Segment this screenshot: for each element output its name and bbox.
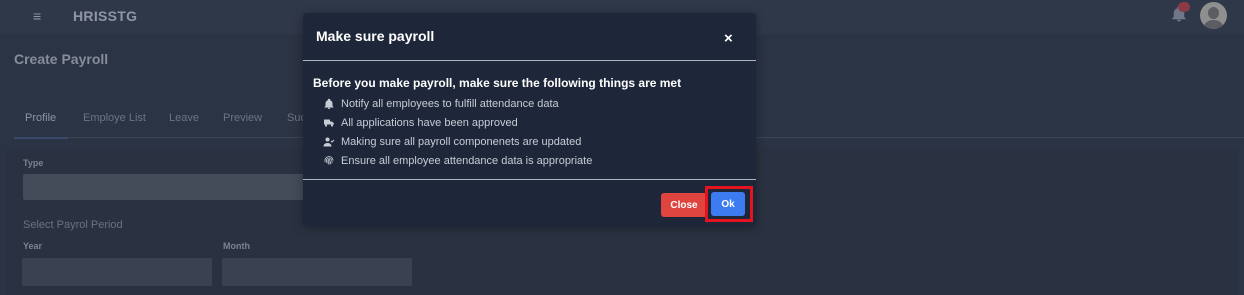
bell-icon xyxy=(323,98,335,110)
tab-employe-list[interactable]: Employe List xyxy=(83,112,146,124)
checklist-item-text: All applications have been approved xyxy=(341,117,518,129)
brand-name[interactable]: HRISSTG xyxy=(73,8,137,24)
modal-title: Make sure payroll xyxy=(316,28,435,44)
checklist-item-text: Notify all employees to fulfill attendan… xyxy=(341,98,559,110)
hamburger-menu-icon[interactable]: ≡ xyxy=(33,8,41,24)
tab-preview[interactable]: Preview xyxy=(223,112,262,124)
user-check-icon xyxy=(323,136,335,148)
payroll-period-label: Select Payrol Period xyxy=(23,219,123,231)
month-input[interactable] xyxy=(222,258,412,286)
checklist-item-text: Making sure all payroll componenets are … xyxy=(341,136,582,148)
month-label: Month xyxy=(223,241,250,251)
payroll-confirm-modal: Make sure payroll × Before you make payr… xyxy=(303,13,756,226)
modal-header: Make sure payroll × xyxy=(303,13,756,61)
notification-badge xyxy=(1178,2,1190,12)
page-title: Create Payroll xyxy=(14,51,109,67)
truck-icon xyxy=(323,117,335,129)
type-select[interactable] xyxy=(23,174,313,200)
type-label: Type xyxy=(23,158,44,168)
tab-leave[interactable]: Leave xyxy=(169,112,199,124)
modal-body: Before you make payroll, make sure the f… xyxy=(303,62,756,180)
tab-profile[interactable]: Profile xyxy=(25,112,56,124)
active-tab-indicator xyxy=(14,137,68,139)
checklist-item-text: Ensure all employee attendance data is a… xyxy=(341,155,593,167)
checklist-item-notify: Notify all employees to fulfill attendan… xyxy=(323,97,559,111)
checklist-item-components: Making sure all payroll componenets are … xyxy=(323,135,581,149)
checklist-item-applications: All applications have been approved xyxy=(323,116,518,130)
close-icon[interactable]: × xyxy=(724,31,733,46)
user-avatar[interactable] xyxy=(1200,2,1227,29)
checklist-item-attendance: Ensure all employee attendance data is a… xyxy=(323,154,592,168)
close-button[interactable]: Close xyxy=(661,193,707,217)
fingerprint-icon xyxy=(323,155,335,167)
modal-heading: Before you make payroll, make sure the f… xyxy=(313,76,682,90)
year-label: Year xyxy=(23,241,43,251)
year-input[interactable] xyxy=(22,258,212,286)
ok-button[interactable]: Ok xyxy=(711,192,745,216)
